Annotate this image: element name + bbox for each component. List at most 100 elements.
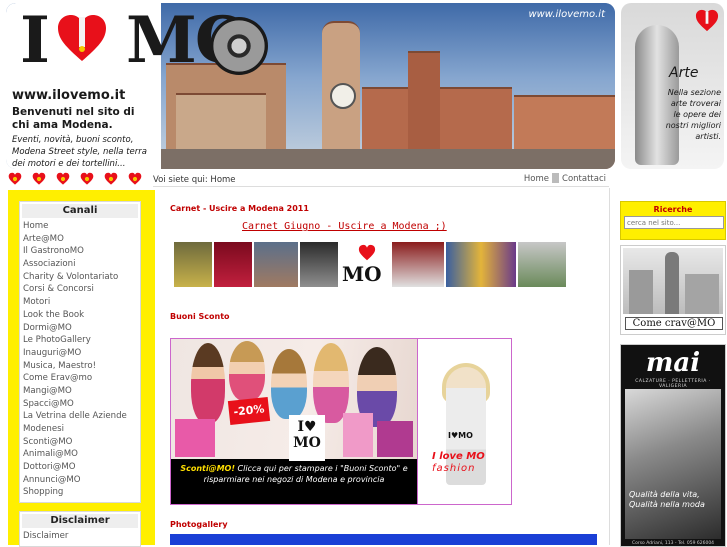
promo-person (191, 343, 225, 423)
carnet-thumbnail[interactable] (300, 242, 338, 287)
search-box: Ricerche (620, 201, 726, 240)
topnav-contattaci[interactable]: Contattaci (559, 174, 609, 184)
heart-icon (80, 172, 94, 185)
promo-person (271, 349, 307, 419)
discount-badge: -20% (227, 396, 271, 426)
come-eravamo-caption: Come crav@MO (625, 317, 723, 330)
hearts-row (8, 172, 153, 188)
carnet-logo-thumbnail[interactable]: MO (340, 242, 390, 287)
mai-photo (625, 389, 721, 539)
sidebar-item-associazioni[interactable]: Associazioni (20, 258, 140, 271)
promo-person (313, 343, 349, 423)
carnet-thumbnail[interactable] (518, 242, 566, 287)
shopping-bag (377, 421, 413, 457)
disclaimer-box: Disclaimer Disclaimer (19, 511, 141, 547)
sidebar-item-mangi[interactable]: Mangi@MO (20, 385, 140, 398)
search-input[interactable] (624, 216, 724, 229)
breadcrumb-prefix: Voi siete qui: (153, 175, 208, 185)
thumbnail-logo-text: MO (342, 262, 382, 286)
photogallery-banner[interactable] (170, 534, 597, 545)
top-nav: Home Contattaci (521, 173, 609, 184)
carnet-thumbnail[interactable] (446, 242, 516, 287)
heart-icon (104, 172, 118, 185)
sidebar-item-annunci[interactable]: Annunci@MO (20, 474, 140, 487)
breadcrumb-current[interactable]: Home (210, 175, 235, 185)
photo-building (629, 270, 653, 314)
promo-caption-text: Clicca qui per stampare i "Buoni Sconto"… (203, 464, 408, 484)
sidebar-item-dormi[interactable]: Dormi@MO (20, 322, 140, 335)
wheel-icon (210, 17, 268, 75)
fashion-line-1: I love MO (432, 451, 485, 462)
sidebar-item-arte[interactable]: Arte@MO (20, 233, 140, 246)
mai-logo: mai (645, 348, 701, 378)
canali-title: Canali (22, 204, 138, 218)
sidebar-item-come-eravamo[interactable]: Come Erav@mo (20, 372, 140, 385)
mai-subtitle: CALZATURE · PELLETTERIA · VALIGERIA (635, 379, 711, 389)
divider (153, 186, 609, 187)
topnav-separator (552, 173, 560, 183)
sidebar-item-sconti[interactable]: Sconti@MO (20, 436, 140, 449)
shopping-bag (175, 419, 215, 457)
fashion-banner[interactable]: I♥MO I love MO fashion (417, 338, 512, 505)
heart-icon (58, 15, 106, 61)
promo-caption-bold: Sconti@MO! (180, 464, 235, 473)
sidebar-item-corsi[interactable]: Corsi & Concorsi (20, 283, 140, 296)
photogallery-title[interactable]: Photogallery (170, 520, 228, 529)
arte-title: Arte (669, 65, 699, 81)
carnet-title[interactable]: Carnet - Uscire a Modena 2011 (170, 204, 309, 213)
mai-ad[interactable]: mai CALZATURE · PELLETTERIA · VALIGERIA … (620, 344, 726, 547)
sidebar-item-vetrina[interactable]: La Vetrina delle Aziende (20, 410, 140, 423)
come-eravamo-ad[interactable]: Come crav@MO (620, 245, 726, 335)
sidebar-item-motori[interactable]: Motori (20, 296, 140, 309)
heart-icon (8, 172, 22, 185)
carnet-thumbnail[interactable] (392, 242, 444, 287)
sidebar-item-inauguri[interactable]: Inauguri@MO (20, 347, 140, 360)
arte-ad[interactable]: Arte Nella sezione arte troverai le oper… (621, 3, 724, 169)
arte-text: Nella sezione arte troverai le opere dei… (665, 88, 721, 141)
welcome-subtext: Eventi, novità, buoni sconto, Modena Str… (12, 135, 147, 169)
sidebar-item-animali[interactable]: Animali@MO (20, 448, 140, 461)
carnet-thumbnail[interactable] (254, 242, 298, 287)
carnet-thumbnail[interactable] (214, 242, 252, 287)
banner-clock (330, 83, 356, 109)
sidebar-item-spacci[interactable]: Spacci@MO (20, 398, 140, 411)
heart-icon (695, 9, 719, 32)
old-modena-photo (623, 248, 723, 314)
sidebar-item-home[interactable]: Home (20, 220, 140, 233)
sidebar-item-dottori[interactable]: Dottori@MO (20, 461, 140, 474)
carnet-thumbnail[interactable] (174, 242, 212, 287)
fashion-logo: I♥MO (448, 431, 473, 440)
divider (609, 188, 610, 545)
topnav-home[interactable]: Home (521, 174, 552, 184)
search-title: Ricerche (653, 205, 693, 214)
sconti-promo-banner[interactable]: -20% I♥ MO Sconti@MO! Clicca qui per sta… (170, 338, 418, 505)
banner-url: www.ilovemo.it (528, 9, 605, 20)
buoni-sconto-title[interactable]: Buoni Sconto (170, 312, 230, 321)
sidebar-item-charity[interactable]: Charity & Volontariato (20, 271, 140, 284)
sidebar-item-modenesi[interactable]: Modenesi (20, 423, 140, 436)
logo-letter-i: I (20, 3, 50, 78)
sidebar-item-gastronomo[interactable]: Il GastronoMO (20, 245, 140, 258)
breadcrumb: Voi siete qui: Home (153, 175, 236, 185)
heart-icon (128, 172, 142, 185)
carnet-link[interactable]: Carnet Giugno - Uscire a Modena ;) (242, 221, 447, 232)
sidebar-item-musica[interactable]: Musica, Maestro! (20, 360, 140, 373)
mai-tagline: Qualità della vita, Qualità nella moda (629, 490, 705, 509)
sidebar-item-disclaimer[interactable]: Disclaimer (20, 530, 140, 543)
photo-building (665, 252, 679, 314)
promo-person (229, 341, 265, 401)
header-banner[interactable]: I MO www.ilovemo.it Benvenuti nel sito d… (6, 3, 615, 169)
fashion-line-2: fashion (432, 463, 476, 474)
heart-icon (358, 244, 376, 261)
heart-icon (56, 172, 70, 185)
site-url[interactable]: www.ilovemo.it (12, 88, 125, 103)
sidebar-item-photogallery[interactable]: Le PhotoGallery (20, 334, 140, 347)
promo-caption: Sconti@MO! Clicca qui per stampare i "Bu… (173, 463, 415, 485)
sidebar-item-shopping[interactable]: Shopping (20, 486, 140, 499)
shopping-bag (343, 413, 373, 457)
photo-building (685, 274, 719, 314)
promo-logo: I♥ MO (289, 415, 325, 461)
sidebar-item-look-the-book[interactable]: Look the Book (20, 309, 140, 322)
welcome-text: Benvenuti nel sito di chi ama Modena. (12, 106, 135, 131)
canali-menu: Canali Home Arte@MO Il GastronoMO Associ… (19, 201, 141, 503)
